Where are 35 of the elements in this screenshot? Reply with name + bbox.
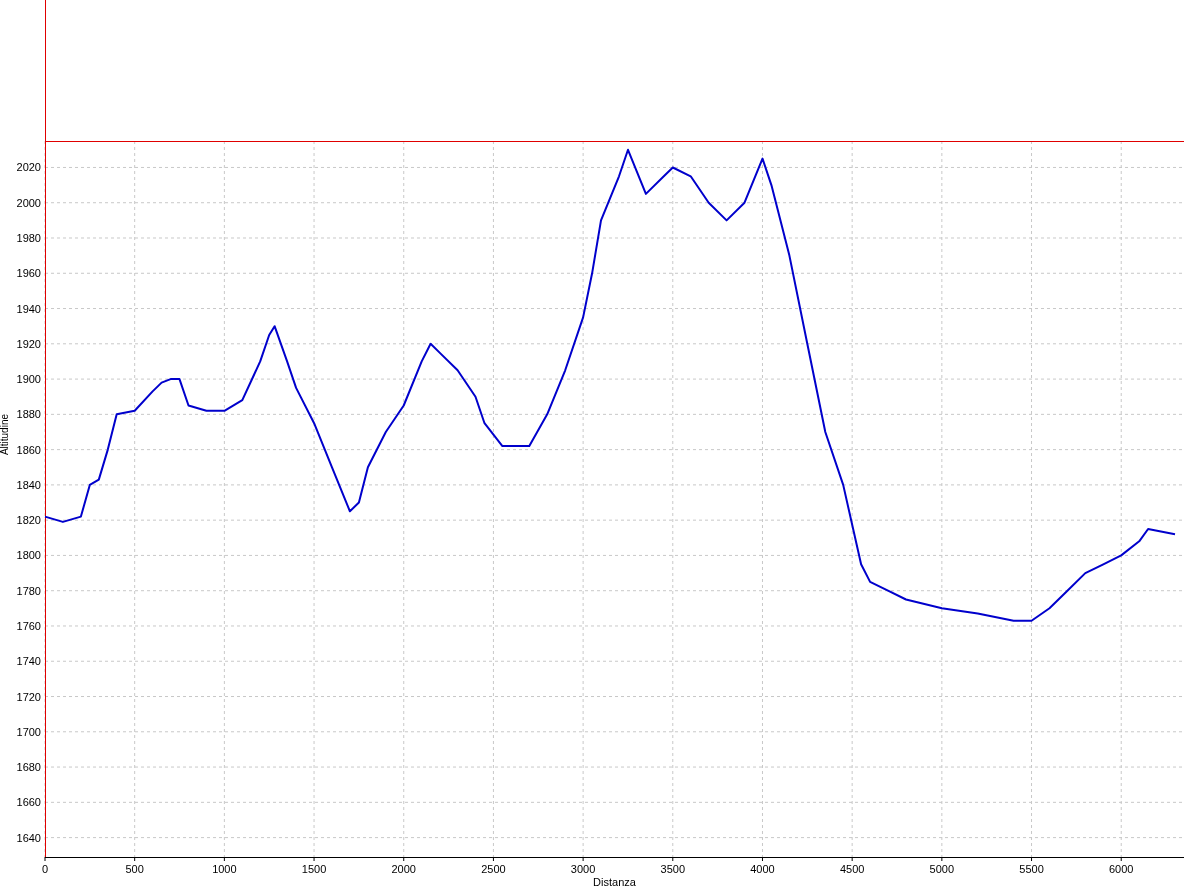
x-tick-label: 1000 xyxy=(212,863,237,875)
y-tick-label: 1640 xyxy=(16,831,41,844)
x-tick-label: 6000 xyxy=(1109,863,1134,875)
x-tick-label: 3000 xyxy=(570,863,596,875)
x-tick-label: 500 xyxy=(125,863,144,875)
y-axis-title: Altitudine xyxy=(0,414,10,456)
x-tick-label: 5000 xyxy=(929,863,955,875)
y-tick-label: 1940 xyxy=(16,302,41,315)
x-tick-label: 2500 xyxy=(481,863,506,875)
y-tick-label: 1960 xyxy=(16,267,41,280)
y-tick-label: 1760 xyxy=(16,620,41,632)
x-tick-label: 4500 xyxy=(839,863,865,875)
x-axis-title: Distanza xyxy=(593,876,636,888)
x-tick-label: 2000 xyxy=(391,863,416,875)
y-tick-label: 2000 xyxy=(16,196,41,209)
x-tick-label: 0 xyxy=(41,863,49,875)
y-tick-label: 1860 xyxy=(16,443,41,456)
y-tick-label: 1880 xyxy=(16,408,41,421)
y-tick-label: 1720 xyxy=(16,690,41,703)
y-tick-label: 1980 xyxy=(16,232,41,244)
y-tick-label: 1920 xyxy=(16,337,41,350)
y-tick-label: 1780 xyxy=(16,584,41,597)
y-tick-label: 1820 xyxy=(16,514,41,527)
y-tick-label: 1740 xyxy=(16,655,41,668)
y-tick-label: 1700 xyxy=(16,725,41,738)
x-tick-label: 5500 xyxy=(1019,863,1044,875)
y-tick-label: 1840 xyxy=(16,478,41,491)
y-tick-label: 1660 xyxy=(16,796,41,809)
x-tick-label: 1500 xyxy=(301,863,327,875)
x-tick-label: 4000 xyxy=(750,863,775,875)
y-tick-label: 2020 xyxy=(16,161,41,174)
y-tick-label: 1800 xyxy=(16,549,41,562)
y-tick-label: 1680 xyxy=(16,761,41,774)
x-tick-label: 3500 xyxy=(660,863,686,875)
y-tick-label: 1900 xyxy=(16,373,41,386)
